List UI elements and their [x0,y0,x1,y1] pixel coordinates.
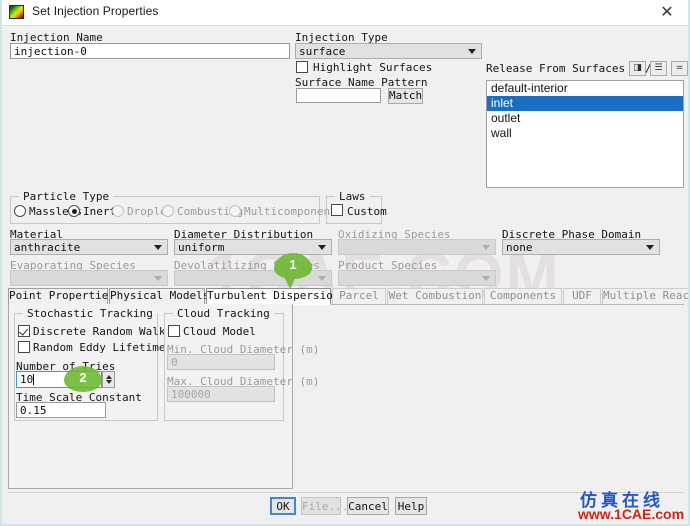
injection-type-combo[interactable]: surface [295,43,482,59]
chevron-down-icon [318,245,326,250]
highlight-surfaces-label: Highlight Surfaces [313,61,432,74]
list-item[interactable]: default-interior [487,81,683,96]
discrete-phase-domain-combo[interactable]: none [502,239,660,255]
cloud-model-label: Cloud Model [183,325,256,338]
text-caret [33,374,34,385]
number-of-tries-value: 10 [20,373,33,386]
product-species-combo[interactable] [338,270,496,286]
number-of-tries-stepper[interactable] [102,371,115,388]
discrete-random-walk-checkbox[interactable] [18,325,30,337]
discrete-phase-domain-value: none [506,241,533,254]
list-view-icon[interactable]: ☰ [650,61,667,76]
cloud-model-checkbox[interactable] [168,325,180,337]
deselect-all-glyph: = [672,62,687,75]
diameter-distribution-value: uniform [178,241,224,254]
close-icon[interactable]: ✕ [654,2,680,24]
surface-name-pattern-input[interactable] [296,88,381,103]
tab-turbulent-dispersion[interactable]: Turbulent Dispersion [206,288,331,305]
tab-physical-models[interactable]: Physical Models [109,288,205,304]
injection-type-value: surface [299,45,345,58]
cancel-button[interactable]: Cancel [347,497,389,515]
random-eddy-lifetime-label: Random Eddy Lifetime [33,341,165,354]
annotation-balloon-1: 1 [274,253,312,279]
material-value: anthracite [14,241,80,254]
list-item[interactable]: inlet [487,96,683,111]
injection-name-input[interactable]: injection-0 [10,43,290,59]
stochastic-tracking-group-label: Stochastic Tracking [23,307,157,320]
stepper-up-icon[interactable] [106,375,112,379]
title-bar: Set Injection Properties ✕ [2,0,688,26]
tab-udf[interactable]: UDF [563,288,601,304]
particle-type-radio-massless[interactable] [14,205,26,217]
material-combo[interactable]: anthracite [10,239,168,255]
chevron-down-icon [482,245,490,250]
evaporating-species-combo[interactable] [10,270,168,286]
random-eddy-lifetime-checkbox[interactable] [18,341,30,353]
match-button[interactable]: Match [388,88,423,104]
help-button[interactable]: Help [395,497,427,515]
tab-multiple-reactions[interactable]: Multiple Reactions [602,288,690,304]
laws-group-label: Laws [335,190,370,203]
deselect-all-icon[interactable]: = [671,61,688,76]
select-filter-glyph: ◨ [630,62,645,75]
particle-type-radio-combusting[interactable] [162,205,174,217]
laws-custom-label: Custom [347,205,387,218]
annotation-balloon-2: 2 [64,366,102,392]
tab-wet-combustion[interactable]: Wet Combustion [387,288,483,304]
chevron-down-icon [482,276,490,281]
chevron-down-icon [468,49,476,54]
list-view-glyph: ☰ [651,62,666,75]
oxidizing-species-combo[interactable] [338,239,496,255]
list-item[interactable]: outlet [487,111,683,126]
release-from-surfaces-list[interactable]: default-interior inlet outlet wall [486,80,684,188]
tab-parcel[interactable]: Parcel [332,288,386,304]
tab-components[interactable]: Components [484,288,562,304]
fluent-app-icon [9,5,24,19]
list-item[interactable]: wall [487,126,683,141]
particle-type-group-label: Particle Type [19,190,113,203]
stepper-down-icon[interactable] [106,380,112,384]
annotation-number: 1 [274,257,312,272]
ok-button[interactable]: OK [270,497,296,515]
file-button[interactable]: File... [301,497,341,515]
cloud-tracking-group-label: Cloud Tracking [173,307,274,320]
particle-type-radio-multicomponent[interactable] [229,205,241,217]
particle-type-radio-inert[interactable] [68,205,80,217]
laws-custom-checkbox[interactable] [331,204,343,216]
chevron-down-icon [154,276,162,281]
window-title: Set Injection Properties [32,4,158,18]
annotation-tail [284,277,296,289]
chevron-down-icon [154,245,162,250]
annotation-number: 2 [64,370,102,385]
chevron-down-icon [318,276,326,281]
max-cloud-diameter-input[interactable]: 100000 [167,386,275,402]
logo-watermark-url: www.1CAE.com [578,506,684,522]
time-scale-constant-input[interactable]: 0.15 [16,402,106,418]
min-cloud-diameter-input[interactable]: 0 [167,354,275,370]
particle-type-label-multicomponent: Multicomponent [244,205,337,218]
particle-type-radio-droplet[interactable] [112,205,124,217]
diameter-distribution-combo[interactable]: uniform [174,239,332,255]
set-injection-properties-dialog: 1CAE.COM Set Injection Properties ✕ Inje… [0,0,690,526]
select-filter-icon[interactable]: ◨ [629,61,646,76]
chevron-down-icon [646,245,654,250]
tab-point-properties[interactable]: Point Properties [8,288,108,304]
highlight-surfaces-checkbox[interactable] [296,61,308,73]
tab-strip: Point Properties Physical Models Turbule… [8,288,684,305]
